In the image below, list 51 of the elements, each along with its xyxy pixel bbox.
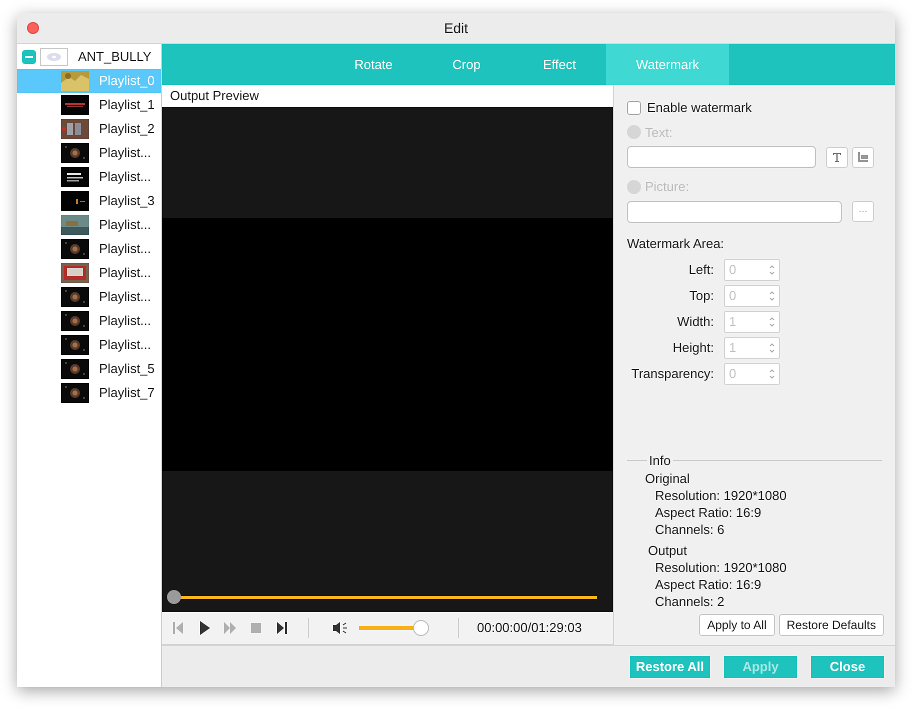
- volume-icon[interactable]: [333, 621, 349, 635]
- checkbox[interactable]: [627, 100, 641, 115]
- group-heading: Original: [644, 470, 691, 487]
- tree-item[interactable]: Playlist_1: [17, 93, 161, 117]
- group-heading: Output: [647, 542, 688, 559]
- info-line: Resolution: 1920*1080: [654, 487, 788, 504]
- file-path-field[interactable]: [627, 200, 842, 222]
- field-label: Left:: [688, 261, 714, 280]
- tree-item[interactable]: Playlist...: [17, 213, 161, 237]
- next-icon[interactable]: [276, 621, 288, 635]
- section-label: Watermark Area:: [627, 234, 726, 252]
- preview-label: Output Preview: [162, 85, 613, 107]
- field-label: Height:: [672, 339, 714, 358]
- info-line: Resolution: 1920*1080: [654, 559, 788, 576]
- field-label: Top:: [688, 287, 714, 306]
- browse-button[interactable]: ···: [852, 201, 874, 222]
- close-icon[interactable]: [27, 22, 39, 34]
- tree-item[interactable]: Playlist...: [17, 165, 161, 189]
- tree-item[interactable]: Playlist_3: [17, 189, 161, 213]
- color-button[interactable]: [852, 146, 874, 168]
- button[interactable]: Apply to All: [699, 614, 775, 636]
- tree-item[interactable]: Playlist_5: [17, 357, 161, 381]
- tree-item[interactable]: Playlist...: [17, 141, 161, 165]
- collapse-icon[interactable]: [22, 50, 36, 64]
- volume-thumb[interactable]: [413, 620, 429, 636]
- seek-bar[interactable]: [167, 590, 597, 604]
- text-icon: [832, 152, 842, 162]
- tree-item[interactable]: Playlist...: [17, 237, 161, 261]
- window-title: Edit: [444, 18, 468, 38]
- tree-item[interactable]: Playlist...: [17, 309, 161, 333]
- tree-item[interactable]: Playlist...: [17, 333, 161, 357]
- button[interactable]: Restore Defaults: [778, 614, 884, 636]
- tree-item[interactable]: Playlist...: [17, 261, 161, 285]
- seek-thumb[interactable]: [167, 590, 181, 604]
- group-title: Info: [648, 452, 672, 470]
- tree-item[interactable]: Playlist_2: [17, 117, 161, 141]
- field-label: Transparency:: [630, 365, 714, 384]
- info-line: Aspect Ratio: 16:9: [654, 504, 762, 521]
- tree-item[interactable]: ANT_BULLY: [78, 46, 152, 66]
- checkbox-label: Enable watermark: [647, 99, 752, 117]
- play-icon[interactable]: [198, 621, 210, 635]
- info-line: Channels: 6: [654, 521, 726, 538]
- info-line: Channels: 2: [654, 593, 726, 610]
- tree-item[interactable]: Playlist_7: [17, 381, 161, 405]
- font-button[interactable]: [826, 146, 848, 168]
- tree-item[interactable]: Playlist...: [17, 285, 161, 309]
- info-line: Aspect Ratio: 16:9: [654, 576, 762, 593]
- time-display: 00:00:00/01:29:03: [477, 619, 582, 638]
- field-label: Width:: [676, 313, 714, 332]
- layers-icon: [858, 152, 868, 162]
- text-field[interactable]: [627, 146, 816, 168]
